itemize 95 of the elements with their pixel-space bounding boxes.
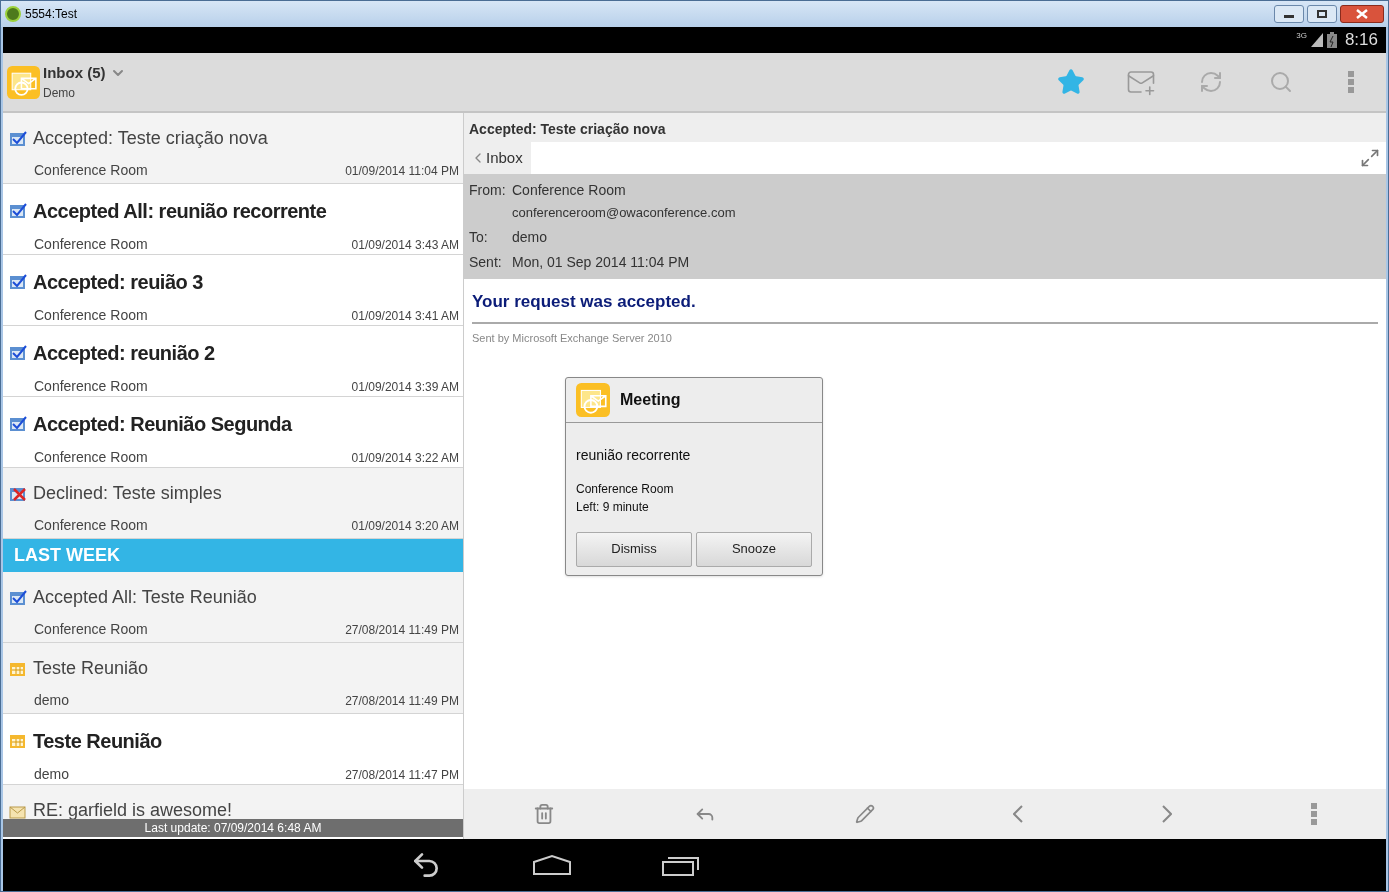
home-icon [531,854,572,876]
menu-icon [1348,70,1354,94]
message-subject: Teste Reunião [33,657,149,680]
dialog-title: Meeting [620,389,681,410]
calendar-icon [9,660,27,677]
next-button[interactable] [1161,805,1172,823]
clock: 8:16 [1344,29,1378,52]
message-date: 01/09/2014 3:39 AM [351,378,459,396]
close-button[interactable] [1340,5,1384,23]
message-sender: demo [34,691,70,710]
message-sender: Conference Room [34,235,148,254]
header-value: Mon, 01 Sep 2014 11:04 PM [512,252,690,272]
body-footer: Sent by Microsoft Exchange Server 2010 [472,330,1378,347]
message-date: 27/08/2014 11:49 PM [345,692,459,710]
message-row[interactable]: RE: garfield is awesome! [3,785,463,819]
recent-apps-icon [661,854,700,876]
message-sender: Conference Room [34,377,148,396]
header-label: To: [469,227,489,247]
checked-calendar-icon [9,130,27,147]
checked-calendar-icon [9,416,27,432]
calendar-icon [9,733,27,749]
dialog-button[interactable]: Dismiss [576,531,692,567]
network-type: 3G [1296,30,1307,42]
message-date: 27/08/2014 11:49 PM [345,621,459,639]
message-sender: demo [34,765,70,784]
refresh-icon [1199,70,1223,94]
message-subject: RE: garfield is awesome! [33,799,233,819]
fullscreen-button[interactable] [1360,148,1380,168]
dialog-button[interactable]: Snooze [696,531,812,567]
last-update-bar: Last update: 07/09/2014 6:48 AM [3,819,463,837]
header-value: Conference Room [512,181,626,200]
declined-calendar-icon [9,485,27,502]
message-row[interactable]: Teste Reunião demo 27/08/2014 11:49 PM [3,643,463,714]
window-title: 5554:Test [25,6,78,23]
close-icon [1356,9,1368,19]
message-subject: Accepted: Reunião Segunda [33,412,292,437]
menu-icon [1310,803,1317,825]
checked-calendar-icon [9,274,27,290]
message-date: 01/09/2014 3:20 AM [351,517,459,535]
message-sender: Conference Room [34,306,148,325]
checked-calendar-icon [9,203,27,219]
message-title: Accepted: Teste criação nova [464,113,1386,142]
calendar-mail-icon [576,382,610,417]
inbox-dropdown[interactable]: Inbox (5) [43,61,126,85]
delete-button[interactable] [533,803,556,825]
message-subject: Accepted All: Teste Reunião [33,586,257,609]
checked-calendar-icon [9,589,27,606]
header-label: From: [469,181,507,200]
pencil-icon [854,804,875,824]
message-sender: Conference Room [34,448,148,467]
checked-calendar-icon [9,345,27,361]
message-subject: Accepted: reunião 2 [33,341,215,366]
maximize-button[interactable] [1307,5,1337,23]
sender-email: conferenceroom@owaconference.com [512,204,737,222]
home-button[interactable] [531,854,572,876]
search-icon [1269,70,1293,94]
message-sender: Conference Room [34,620,148,639]
meeting-subject: reunião recorrente [576,445,692,465]
meeting-location: Conference Room [576,480,675,498]
signal-icon [1310,33,1323,47]
battery-icon [1326,32,1337,48]
message-row[interactable]: Accepted: Teste criação nova Conference Room 01/09/2014 11:04 PM [3,113,463,184]
message-subject: Teste Reunião [33,729,162,754]
time-left: Left: 9 minute [576,498,650,516]
star-icon [1057,68,1085,96]
account-name: Demo [43,85,76,103]
message-row[interactable]: Accepted All: Teste Reunião Conference Room 27/08/2014 11:49 PM [3,572,463,643]
chevron-right-icon [1161,805,1172,823]
expand-icon [1360,148,1380,168]
calendar-mail-icon [7,65,40,99]
trash-icon [533,803,556,825]
header-label: Sent: [469,252,503,272]
message-date: 01/09/2014 3:43 AM [351,236,459,254]
edit-button[interactable] [854,804,875,824]
minimize-button[interactable] [1274,5,1304,23]
emulator-icon [5,6,21,22]
message-date: 01/09/2014 3:41 AM [351,307,459,325]
recent-apps-button[interactable] [661,854,700,876]
message-subject: Accepted All: reunião recorrente [33,199,327,224]
message-subject: Declined: Teste simples [33,482,222,505]
message-row[interactable]: Declined: Teste simples Conference Room 01/09/2014 3:20 AM [3,468,463,539]
chevron-left-icon [1013,805,1024,823]
message-date: 01/09/2014 3:22 AM [351,449,459,467]
message-date: 01/09/2014 11:04 PM [345,162,459,180]
message-sender: Conference Room [34,516,148,535]
message-subject: Accepted: reuião 3 [33,270,203,295]
header-value: demo [512,227,548,247]
message-date: 27/08/2014 11:47 PM [345,766,459,784]
section-header: LAST WEEK [3,539,463,572]
message-sender: Conference Room [34,161,148,180]
body-heading: Your request was accepted. [472,288,1378,324]
back-to-inbox-link[interactable]: Inbox [464,142,531,174]
previous-button[interactable] [1013,805,1024,823]
more-button[interactable] [1310,803,1317,825]
message-subject: Accepted: Teste criação nova [33,127,268,150]
